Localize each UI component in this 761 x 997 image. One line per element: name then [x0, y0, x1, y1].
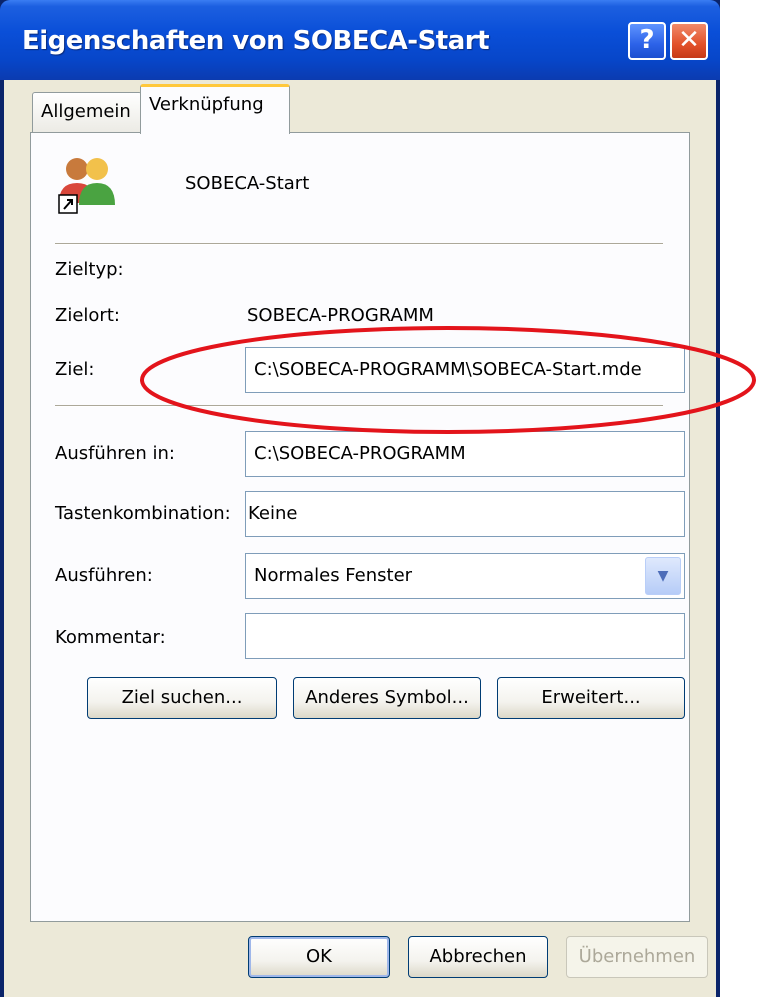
ausfuehren-in-label: Ausführen in: — [55, 443, 175, 464]
ausfuehren-label: Ausführen: — [55, 565, 153, 586]
zieltyp-label: Zieltyp: — [55, 259, 124, 280]
properties-window: Eigenschaften von SOBECA-Start ? ✕ Allge… — [0, 0, 720, 997]
users-shortcut-icon — [58, 158, 115, 214]
help-button[interactable]: ? — [628, 22, 666, 60]
kommentar-input[interactable] — [245, 613, 685, 659]
abbrechen-button[interactable]: Abbrechen — [408, 936, 548, 978]
separator-top — [55, 243, 663, 245]
tab-verknuepfung[interactable]: Verknüpfung — [140, 84, 290, 134]
close-button[interactable]: ✕ — [670, 22, 708, 60]
anderes-symbol-button[interactable]: Anderes Symbol... — [293, 677, 481, 719]
ziel-label: Ziel: — [55, 359, 95, 380]
title-bar[interactable]: Eigenschaften von SOBECA-Start ? ✕ — [0, 0, 720, 80]
ziel-suchen-button[interactable]: Ziel suchen... — [87, 677, 277, 719]
ausfuehren-select-value: Normales Fenster — [254, 565, 413, 586]
erweitert-button[interactable]: Erweitert... — [497, 677, 685, 719]
uebernehmen-button[interactable]: Übernehmen — [566, 936, 708, 978]
shortcut-name: SOBECA-Start — [185, 173, 310, 194]
zielort-label: Zielort: — [55, 305, 120, 326]
tastenkombination-label: Tastenkombination: — [55, 503, 231, 524]
dialog-client-area: Allgemein Verknüpfung SOBECA-Start Zielt… — [4, 80, 716, 997]
chevron-down-icon[interactable]: ▼ — [645, 557, 681, 595]
tastenkombination-input[interactable]: Keine — [245, 491, 685, 537]
kommentar-label: Kommentar: — [55, 627, 166, 648]
highlight-ellipse — [140, 326, 756, 434]
ok-button[interactable]: OK — [248, 936, 390, 978]
tab-allgemein[interactable]: Allgemein — [32, 92, 142, 132]
ausfuehren-select[interactable]: Normales Fenster ▼ — [245, 553, 685, 599]
window-title: Eigenschaften von SOBECA-Start — [22, 26, 490, 56]
shortcut-tab-panel: SOBECA-Start Zieltyp: Zielort: SOBECA-PR… — [30, 132, 690, 922]
